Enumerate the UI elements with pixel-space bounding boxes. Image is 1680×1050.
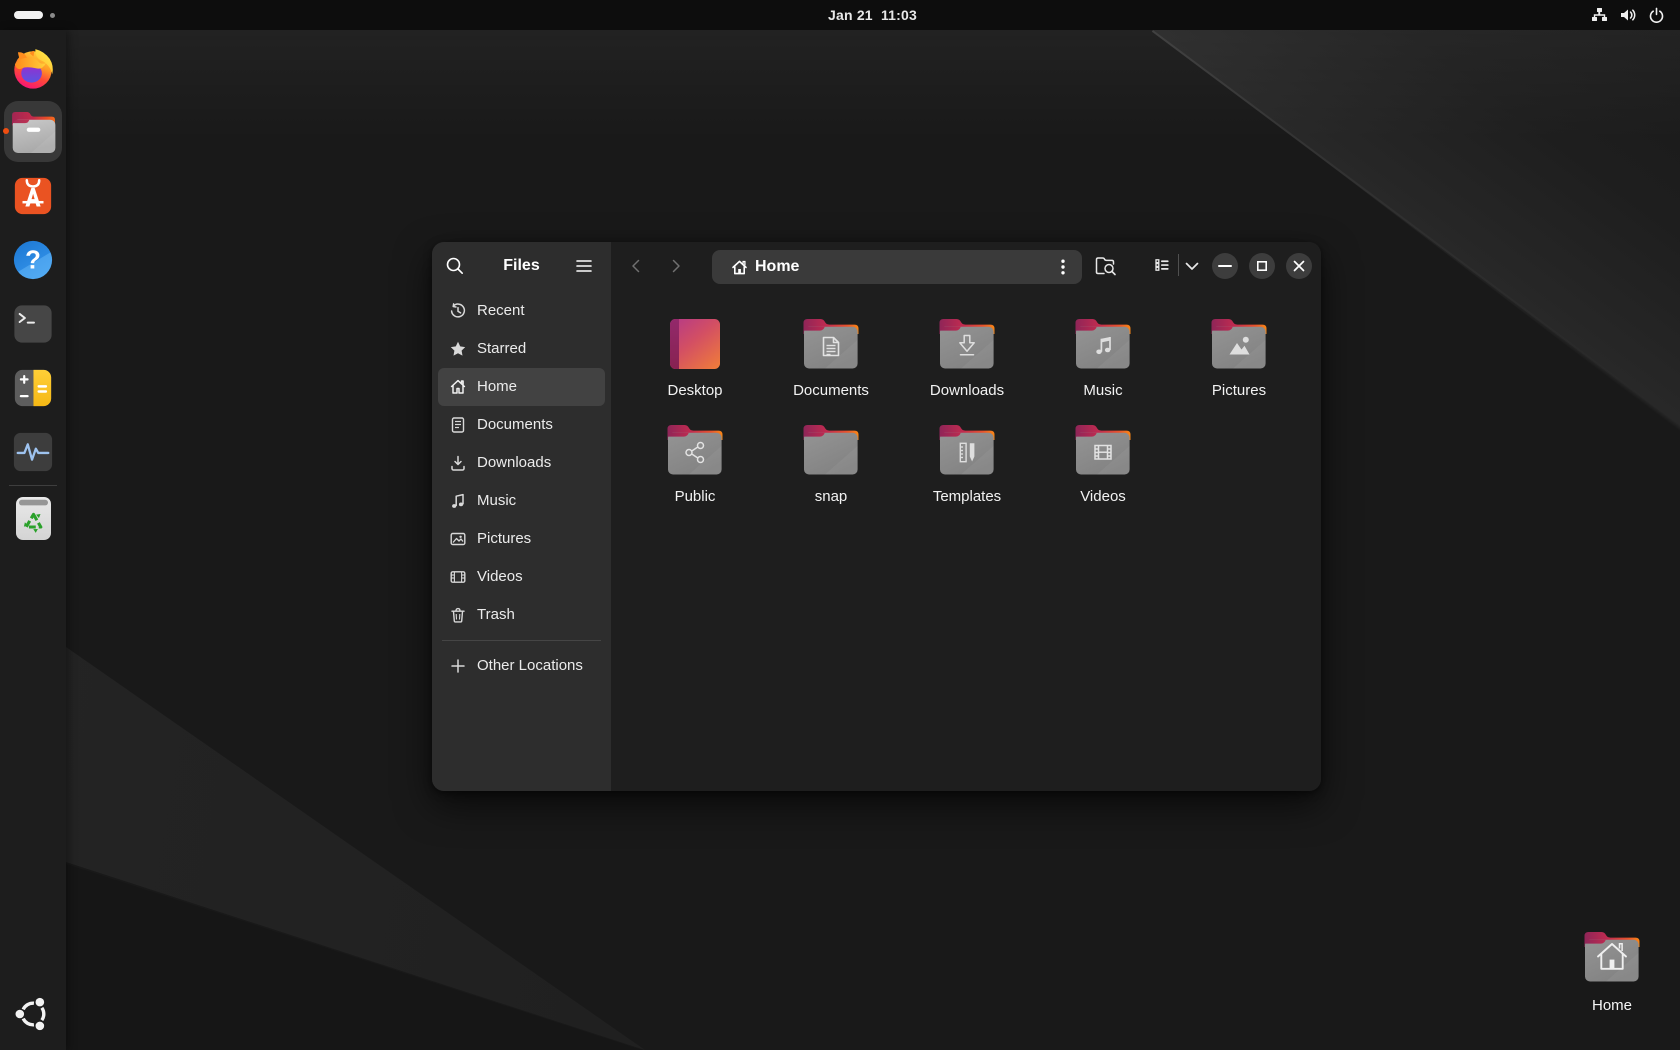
svg-text:?: ? (25, 247, 41, 275)
